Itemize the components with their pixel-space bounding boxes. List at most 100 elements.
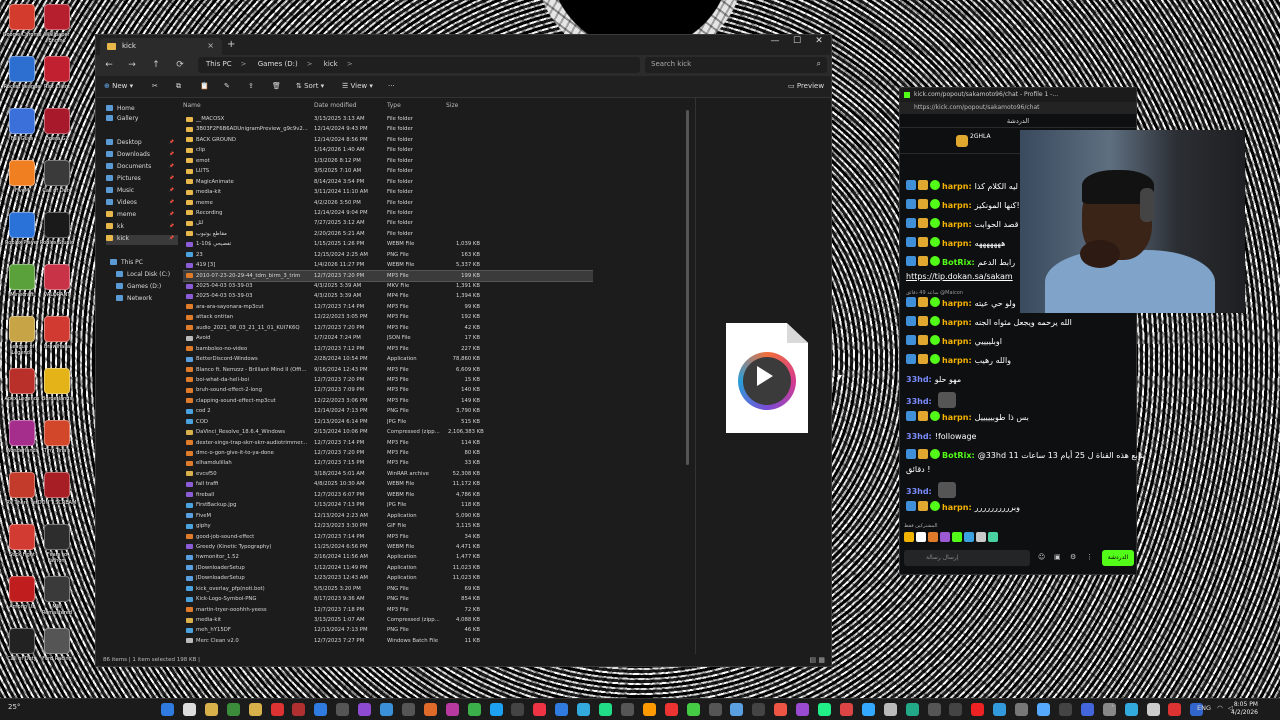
taskbar-app-icon[interactable] (949, 703, 963, 716)
file-row[interactable]: FirstBackup.jpg 1/13/2024 7:13 PM JPG File… (183, 500, 593, 510)
chat-message[interactable]: 33hd: !followage (906, 430, 976, 444)
taskbar-app-icon[interactable] (927, 703, 941, 716)
column-header-name[interactable]: Name (183, 102, 201, 109)
file-row[interactable]: boi-what-da-hell-boi 12/7/2023 7:20 PM MP3… (183, 375, 593, 385)
taskbar-app-icon[interactable] (423, 703, 437, 716)
chat-username[interactable]: 33hd: (906, 397, 932, 406)
file-row[interactable]: COD 12/13/2024 6:14 PM JPG File 515 KB (183, 417, 593, 427)
taskbar-app-icon[interactable] (533, 703, 547, 716)
desktop-shortcut[interactable]: Ford Racing (37, 628, 77, 680)
clock[interactable]: 8:05 PM 4/2/2026 (1231, 701, 1258, 717)
taskbar-app-icon[interactable] (292, 703, 306, 716)
more-options-button[interactable]: ··· (388, 82, 395, 90)
sidebar-item-documents[interactable]: Documents 📌 (106, 163, 178, 173)
file-row[interactable]: JDownloaderSetup 1/12/2024 11:49 PM Applic… (183, 563, 593, 573)
sidebar-item-home[interactable]: Home (106, 105, 178, 115)
taskbar-app-icon[interactable] (861, 703, 875, 716)
taskbar-app-icon[interactable] (686, 703, 700, 716)
sidebar-item-this-pc[interactable]: This PC (110, 259, 182, 269)
file-row[interactable]: good-job-sound-effect 12/7/2023 7:14 PM MP… (183, 532, 593, 542)
chat-message[interactable]: harpn: ليه الكلام كذا (906, 180, 1018, 194)
desktop-shortcut[interactable]: Google Chrome (2, 4, 42, 56)
desktop-shortcut[interactable]: Call of Duty (37, 160, 77, 212)
file-row[interactable]: dexter-sings-trap-skrr-skrr-audiotrimmer… (183, 438, 593, 448)
start-icon[interactable] (161, 703, 174, 716)
cut-icon[interactable]: ✂ (152, 82, 158, 90)
search-icon[interactable]: ⌕ (817, 59, 821, 69)
desktop-shortcut[interactable]: Fears to Fathom (37, 524, 77, 576)
file-row[interactable]: LUTS 3/5/2025 7:10 AM File folder (183, 166, 593, 176)
file-row[interactable]: meh_hY15DF 12/13/2024 7:13 PM PNG File 46 K… (183, 625, 593, 635)
scrollbar[interactable] (686, 110, 689, 465)
taskbar-app-icon[interactable] (664, 703, 678, 716)
taskbar-app-icon[interactable] (445, 703, 459, 716)
file-row[interactable]: Blanco ft. Nemzzz - Brilliant Mind II (O… (183, 365, 593, 375)
language-indicator[interactable]: ENG (1197, 704, 1211, 712)
chat-message[interactable]: BotRix: رابط الدعم (906, 256, 1015, 270)
chat-username[interactable]: harpn: (942, 299, 972, 308)
taskbar-app-icon[interactable] (1124, 703, 1138, 716)
taskbar-app-icon[interactable] (555, 703, 569, 716)
new-tab-button[interactable]: + (227, 39, 235, 50)
file-row[interactable]: evcsf50 3/18/2024 5:01 AM WinRAR archive 52… (183, 469, 593, 479)
desktop-shortcut[interactable]: Riot Client (37, 56, 77, 108)
file-row[interactable]: Merc Clean v2.0 12/7/2023 7:27 PM Windows … (183, 636, 593, 646)
file-row[interactable]: 2025-04-03 03-39-03 4/3/2025 3:39 AM MP4 F… (183, 291, 593, 301)
desktop-shortcut[interactable]: Fall Guys (2, 108, 42, 160)
file-row[interactable]: bamboleo-no-video 12/7/2023 7:12 PM MP3 Fi… (183, 344, 593, 354)
minimize-button[interactable]: — (765, 36, 785, 46)
view-mode-buttons[interactable]: ▤ ▦ (810, 656, 825, 664)
taskbar-app-icon[interactable] (796, 703, 810, 716)
emote-strip[interactable]: المشتركين فقط (904, 523, 1064, 544)
breadcrumb[interactable]: This PC > Games (D:) > kick > (198, 57, 640, 73)
sort-button[interactable]: ⇅ Sort ▾ (296, 82, 324, 90)
chat-username[interactable]: harpn: (942, 503, 972, 512)
pane-divider[interactable] (695, 98, 696, 658)
file-row[interactable]: JDownloaderSetup 1/23/2023 12:43 AM Applic… (183, 573, 593, 583)
breadcrumb-games-drive[interactable]: Games (D:) (258, 60, 298, 68)
file-row[interactable]: Recording 12/14/2024 9:04 PM File folder (183, 208, 593, 218)
desktop-shortcut[interactable]: Apex Legends (2, 368, 42, 420)
chat-message[interactable]: harpn: اوبلييييي (906, 335, 1002, 349)
desktop-shortcut[interactable]: Tiny Tina's (37, 420, 77, 472)
desktop-shortcut[interactable]: Wonderlands (2, 420, 42, 472)
file-row[interactable]: clip 1/14/2026 1:40 AM File folder (183, 145, 593, 155)
file-row[interactable]: cod 2 12/14/2024 7:13 PM PNG File 3,790 KB (183, 406, 593, 416)
chat-link[interactable]: https://tip.dokan.sa/sakam (906, 272, 1013, 281)
file-row[interactable]: bruh-sound-effect-2-long 12/7/2023 7:09 P… (183, 385, 593, 395)
taskbar-app-icon[interactable] (839, 703, 853, 716)
sidebar-item-downloads[interactable]: Downloads 📌 (106, 151, 178, 161)
search-input[interactable]: Search kick ⌕ (645, 57, 827, 73)
send-chat-button[interactable]: الدردشة (1102, 550, 1134, 566)
file-row[interactable]: BetterDiscord-Windows 2/28/2024 10:54 PM A… (183, 354, 593, 364)
column-header-type[interactable]: Type (387, 102, 401, 109)
file-row[interactable]: 3B03F2F6B6ADUnigramPreview_g9c9v2... 12/1… (183, 124, 593, 134)
file-row[interactable]: 2025-04-03 03-39-03 4/3/2025 3:39 AM MKV F… (183, 281, 593, 291)
sidebar-item-gallery[interactable]: Gallery (106, 115, 178, 125)
desktop-shortcut[interactable]: Call of Duty (2, 628, 42, 680)
paste-icon[interactable]: 📋 (200, 82, 209, 90)
file-row[interactable]: 1-10$ تفصيحي 1/15/2025 1:26 PM WEBM File 1,… (183, 239, 593, 249)
taskbar-app-icon[interactable] (993, 703, 1007, 716)
desktop-shortcut[interactable]: MW Remastered (37, 576, 77, 628)
chat-username[interactable]: BotRix: (942, 258, 975, 267)
close-button[interactable]: ✕ (809, 36, 829, 46)
chat-username[interactable]: harpn: (942, 413, 972, 422)
chat-message-input[interactable]: إرسال رسالة (904, 550, 1030, 566)
chat-message[interactable]: harpn: ولو حي عيته (906, 297, 1016, 311)
breadcrumb-this-pc[interactable]: This PC (206, 60, 232, 68)
sidebar-item-music[interactable]: Music 📌 (106, 187, 178, 197)
delete-icon[interactable]: 🗑 (272, 82, 281, 90)
chat-message[interactable]: 33hd: (906, 392, 956, 408)
sidebar-item-desktop[interactable]: Desktop 📌 (106, 139, 178, 149)
taskbar-app-icon[interactable] (1015, 703, 1029, 716)
file-row[interactable]: 23 12/15/2024 2:25 AM PNG File 163 KB (183, 250, 593, 260)
sidebar-item-kk[interactable]: kk 📌 (106, 223, 178, 233)
file-row[interactable]: giphy 12/23/2023 3:30 PM GIF File 3,115 KB (183, 521, 593, 531)
chat-username[interactable]: BotRix: (942, 451, 975, 460)
file-row[interactable]: 419 [3] 1/4/2026 11:27 PM WEBM File 5,337 K… (183, 260, 593, 270)
copy-icon[interactable]: ⧉ (176, 82, 181, 91)
file-row[interactable]: hwmonitor_1.52 2/16/2024 11:56 AM Applicat… (183, 552, 593, 562)
taskbar-app-icon[interactable] (314, 703, 328, 716)
chat-url-bar[interactable]: https://kick.com/popout/sakamoto96/chat (900, 102, 1136, 114)
